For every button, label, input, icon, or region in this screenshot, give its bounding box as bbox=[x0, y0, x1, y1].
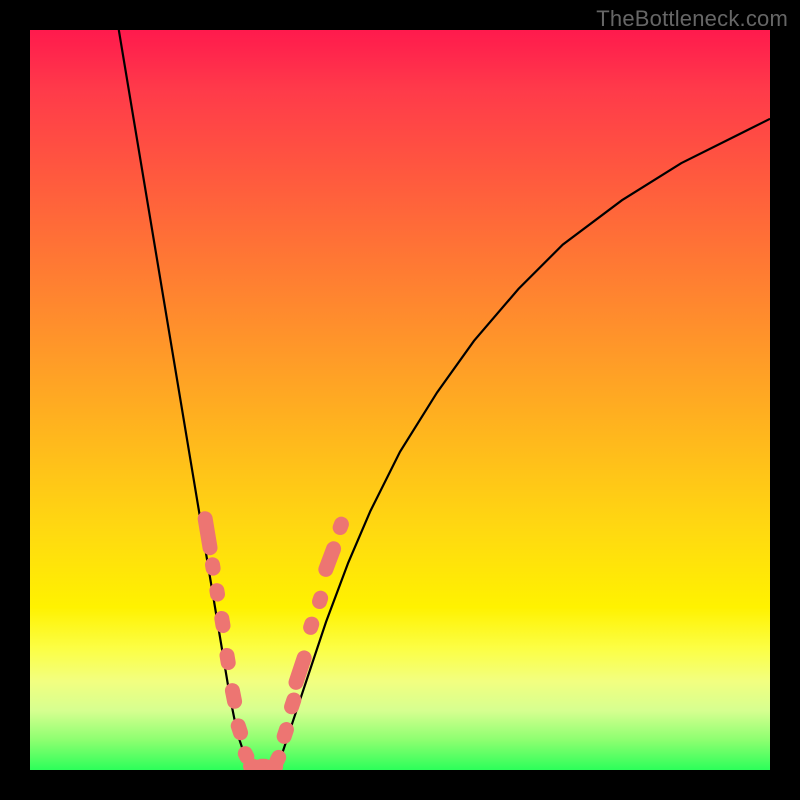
chart-svg bbox=[30, 30, 770, 770]
plot-area bbox=[30, 30, 770, 770]
chart-frame: TheBottleneck.com bbox=[0, 0, 800, 800]
right-curve bbox=[274, 119, 770, 770]
watermark-text: TheBottleneck.com bbox=[596, 6, 788, 32]
